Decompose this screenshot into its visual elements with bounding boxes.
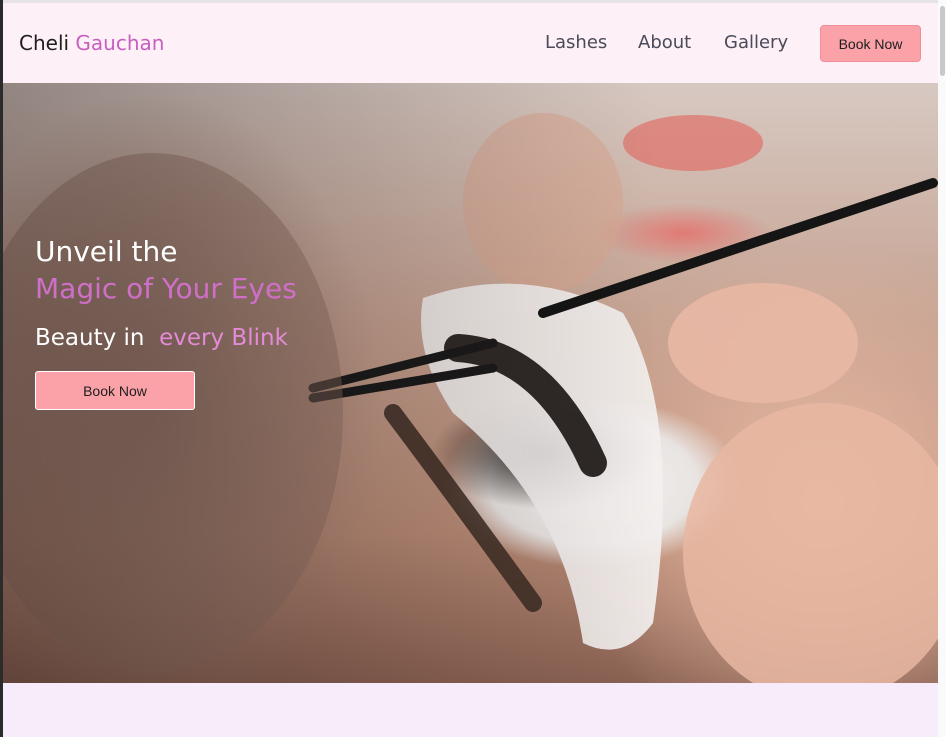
hero-tagline-accent: every Blink bbox=[159, 325, 288, 351]
hero-tagline: Beauty in every Blink bbox=[35, 325, 288, 351]
brand-first-name: Cheli bbox=[19, 31, 70, 55]
scrollbar-thumb[interactable] bbox=[940, 6, 945, 76]
nav-link-lashes[interactable]: Lashes bbox=[545, 32, 607, 53]
nav-link-gallery[interactable]: Gallery bbox=[724, 32, 788, 53]
hero-book-now-button[interactable]: Book Now bbox=[35, 371, 195, 410]
navbar: Cheli Gauchan Lashes About Gallery Book … bbox=[3, 3, 938, 83]
hero-heading-line1: Unveil the bbox=[35, 235, 178, 268]
window-left-edge bbox=[0, 0, 3, 737]
brand-logo[interactable]: Cheli Gauchan bbox=[19, 31, 164, 55]
brand-last-name: Gauchan bbox=[75, 31, 165, 55]
hero-tagline-prefix: Beauty in bbox=[35, 325, 160, 351]
nav-book-now-button[interactable]: Book Now bbox=[820, 25, 921, 62]
nav-link-about[interactable]: About bbox=[638, 32, 691, 53]
hero-section: Unveil the Magic of Your Eyes Beauty in … bbox=[3, 83, 938, 683]
hero-heading-line2: Magic of Your Eyes bbox=[35, 272, 297, 305]
next-section bbox=[3, 683, 938, 737]
scrollbar[interactable] bbox=[938, 0, 946, 737]
